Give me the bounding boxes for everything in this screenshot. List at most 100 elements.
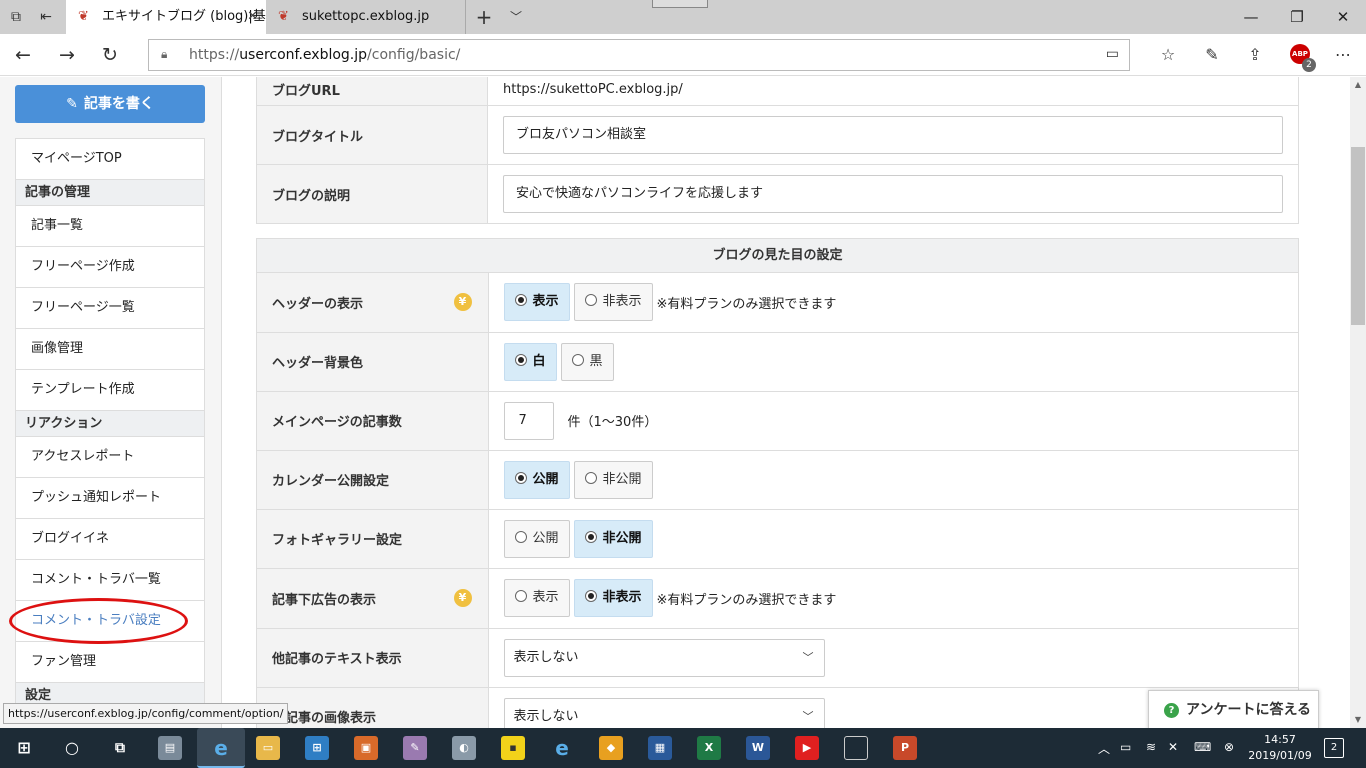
page-scrollbar[interactable]: ▲ ▼: [1350, 77, 1366, 728]
posts-count-input[interactable]: 7: [503, 401, 554, 440]
taskbar-clock[interactable]: 14:57 2019/01/09: [1248, 732, 1312, 764]
sidebar-item-image-management[interactable]: 画像管理: [16, 329, 204, 370]
toolbox-icon[interactable]: ▣: [354, 736, 378, 760]
set-aside-tabs-icon[interactable]: ⇤: [34, 6, 58, 28]
youtube-icon[interactable]: ▶: [795, 736, 819, 760]
refresh-icon[interactable]: ↻: [95, 40, 125, 70]
close-tab-icon[interactable]: ✕: [247, 0, 258, 34]
more-icon[interactable]: ⋯: [1328, 40, 1358, 70]
tab-list-icon[interactable]: ⧉: [4, 6, 28, 28]
appearance-settings-section: ブログの見た目の設定 ヘッダーの表示 ¥ 表示 非表示 ※有料プランのみ選択できます …: [256, 238, 1299, 728]
header-bg-white-option[interactable]: 白: [503, 342, 557, 381]
calendar-public-option[interactable]: 公開: [503, 460, 570, 499]
sidebar-item-free-page-create[interactable]: フリーページ作成: [16, 247, 204, 288]
back-icon[interactable]: ←: [8, 40, 38, 70]
window-drag-handle[interactable]: [652, 0, 708, 8]
calendar-private-option[interactable]: 非公開: [573, 460, 653, 499]
question-icon: ?: [1164, 703, 1179, 718]
write-post-button[interactable]: ✎ 記事を書く: [15, 85, 205, 123]
close-window-button[interactable]: ✕: [1320, 0, 1366, 34]
palette-icon[interactable]: ◐: [452, 736, 476, 760]
blog-description-input[interactable]: 安心で快適なパソコンライフを応援します: [503, 175, 1283, 213]
app-icon[interactable]: ◆: [599, 736, 623, 760]
sidebar-item-mypage-top[interactable]: マイページTOP: [16, 139, 204, 180]
explorer-icon[interactable]: ▤: [158, 736, 182, 760]
sidebar-item-push-report[interactable]: プッシュ通知レポート: [16, 478, 204, 519]
notification-icon[interactable]: 2: [1324, 738, 1344, 758]
app-icon-2[interactable]: ▦: [648, 736, 672, 760]
sidebar-item-post-list[interactable]: 記事一覧: [16, 206, 204, 247]
wifi-icon[interactable]: ≋: [1146, 740, 1156, 754]
gallery-private-option[interactable]: 非公開: [573, 519, 653, 558]
tab-sukettopc[interactable]: ❦ sukettopc.exblog.jp: [266, 0, 466, 34]
minimize-button[interactable]: —: [1228, 0, 1274, 34]
radio-icon: [571, 353, 584, 366]
address-bar[interactable]: 🔒︎ https://userconf.exblog.jp/config/bas…: [148, 39, 1130, 71]
pencil-icon: ✎: [66, 96, 78, 112]
word-icon[interactable]: W: [746, 736, 770, 760]
yen-icon: ¥: [453, 589, 472, 607]
sidebar-item-blog-iine[interactable]: ブログイイネ: [16, 519, 204, 560]
tab-excite-blog[interactable]: ❦ エキサイトブログ (blog)|基本 ✕: [66, 0, 266, 34]
task-view-icon[interactable]: ⧉: [108, 736, 132, 760]
new-tab-icon[interactable]: +: [470, 0, 498, 34]
yen-icon: ¥: [453, 293, 472, 312]
tab-title: エキサイトブログ (blog)|基本: [102, 9, 266, 24]
sticky-notes-icon[interactable]: ▪: [501, 736, 525, 760]
radio-icon: [584, 294, 597, 307]
sidebar-item-comment-list[interactable]: コメント・トラバ一覧: [16, 560, 204, 601]
excel-icon[interactable]: X: [697, 736, 721, 760]
keyboard-icon[interactable]: ⌨: [1194, 740, 1211, 754]
blog-title-input[interactable]: ブロ友パソコン相談室: [503, 116, 1283, 154]
tray-chevron-up-icon[interactable]: ︿: [1098, 740, 1110, 757]
clock-date: 2019/01/09: [1248, 749, 1312, 762]
basic-settings-table: ブログURL https://sukettoPC.exblog.jp/ ブログタ…: [256, 77, 1299, 224]
share-icon[interactable]: ⇪: [1240, 40, 1270, 70]
chevron-down-icon[interactable]: ﹀: [502, 0, 530, 34]
restore-button[interactable]: ❐: [1274, 0, 1320, 34]
sidebar-item-fan-management[interactable]: ファン管理: [16, 642, 204, 683]
posts-count-unit: 件（1〜30件）: [567, 415, 658, 430]
store-icon[interactable]: ⊞: [305, 736, 329, 760]
blog-url-value: https://sukettoPC.exblog.jp/: [487, 77, 1299, 106]
powerpoint-icon[interactable]: P: [893, 736, 917, 760]
section-title: ブログの見た目の設定: [257, 239, 1298, 273]
windows-start-icon[interactable]: ⊞: [12, 736, 36, 760]
battery-icon[interactable]: ▭: [1120, 740, 1131, 754]
gallery-public-option[interactable]: 公開: [503, 519, 570, 558]
forward-icon[interactable]: →: [52, 40, 82, 70]
sidebar-item-access-report[interactable]: アクセスレポート: [16, 437, 204, 478]
scroll-down-icon[interactable]: ▼: [1350, 712, 1366, 728]
ad-hide-option[interactable]: 非表示: [573, 579, 653, 617]
row-label: ブログURL: [256, 77, 488, 106]
pen-icon[interactable]: ✎: [1197, 40, 1227, 70]
edge-icon[interactable]: e: [197, 728, 245, 768]
search-icon[interactable]: ○: [60, 736, 84, 760]
favorites-icon[interactable]: ☆: [1153, 40, 1183, 70]
ime-off-icon[interactable]: ⊗: [1224, 740, 1234, 754]
header-display-show-option[interactable]: 表示: [503, 283, 570, 322]
volume-muted-icon[interactable]: ✕: [1168, 740, 1178, 754]
other-image-select[interactable]: 表示しない ﹀: [503, 697, 825, 728]
other-text-select[interactable]: 表示しない ﹀: [503, 638, 825, 677]
folder-icon[interactable]: ▭: [256, 736, 280, 760]
paint-icon[interactable]: ✎: [403, 736, 427, 760]
red-annotation-circle: [9, 598, 188, 644]
row-other-image: 他記事の画像表示 表示しない ﹀: [257, 687, 1298, 728]
sidebar-item-template-create[interactable]: テンプレート作成: [16, 370, 204, 411]
internet-explorer-icon[interactable]: e: [550, 736, 574, 760]
adblock-count-badge: 2: [1302, 58, 1316, 72]
radio-icon: [514, 590, 527, 602]
scrollbar-thumb[interactable]: [1351, 147, 1365, 325]
ad-show-option[interactable]: 表示: [503, 579, 570, 617]
reading-view-icon[interactable]: ▭: [1106, 46, 1119, 62]
row-header-background: ヘッダー背景色 白黒: [257, 332, 1298, 392]
header-bg-black-option[interactable]: 黒: [560, 342, 614, 381]
scroll-up-icon[interactable]: ▲: [1350, 77, 1366, 93]
row-calendar: カレンダー公開設定 公開 非公開: [257, 450, 1298, 510]
row-header-display: ヘッダーの表示 ¥ 表示 非表示 ※有料プランのみ選択できます: [257, 273, 1298, 333]
window-icon[interactable]: [844, 736, 868, 760]
survey-button[interactable]: ? アンケートに答える: [1148, 690, 1319, 730]
header-display-hide-option[interactable]: 非表示: [573, 283, 653, 322]
sidebar-item-free-page-list[interactable]: フリーページ一覧: [16, 288, 204, 329]
